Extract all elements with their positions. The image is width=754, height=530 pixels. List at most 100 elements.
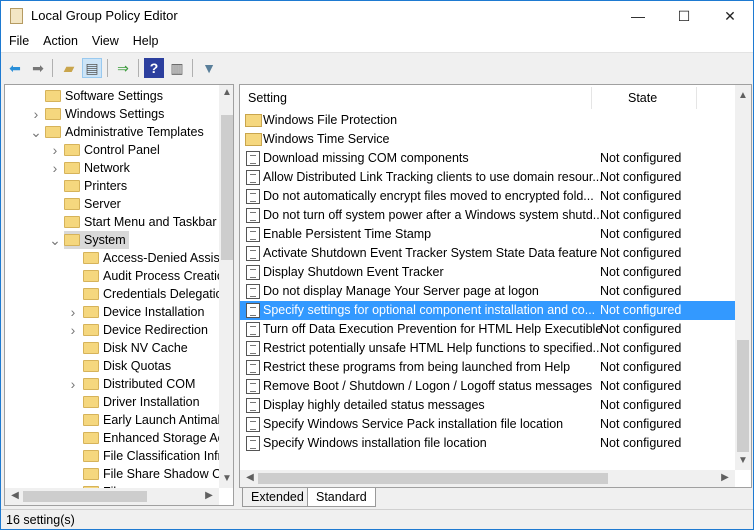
help-icon[interactable]: ?	[144, 58, 164, 78]
tree-item[interactable]: Software Settings	[5, 87, 219, 105]
tree-item[interactable]: File Classification Infr	[5, 447, 222, 465]
menu-help[interactable]: Help	[127, 31, 165, 48]
setting-name: Display Shutdown Event Tracker	[263, 265, 444, 279]
tree-item[interactable]: ⌄ System	[5, 231, 219, 249]
expand-icon[interactable]: ›	[67, 321, 79, 339]
expand-icon[interactable]: ›	[49, 159, 61, 177]
list-row[interactable]: Do not display Manage Your Server page a…	[240, 282, 735, 301]
tree-item[interactable]: Credentials Delegatio	[5, 285, 223, 303]
menu-action[interactable]: Action	[37, 31, 84, 48]
tree-item[interactable]: Printers	[5, 177, 219, 195]
view-tabs: Extended Standard	[239, 488, 752, 508]
column-header-setting[interactable]: Setting	[248, 85, 287, 111]
tree-item-label: System	[84, 233, 126, 247]
scroll-right-icon[interactable]: ▶	[717, 472, 733, 483]
tree-item[interactable]: › Device Installation	[5, 303, 219, 321]
tree-item[interactable]: › Device Redirection	[5, 321, 219, 339]
setting-state: Not configured	[600, 436, 682, 450]
scrollbar-thumb[interactable]	[737, 340, 749, 452]
expand-icon[interactable]: ›	[49, 141, 61, 159]
tree-item[interactable]: › Windows Settings	[5, 105, 219, 123]
list-row[interactable]: Do not turn off system power after a Win…	[240, 206, 735, 225]
policy-setting-icon	[246, 379, 260, 394]
scroll-left-icon[interactable]: ◀	[242, 472, 258, 483]
tree-item[interactable]: Early Launch Antimal	[5, 411, 220, 429]
list-row[interactable]: Specify Windows installation file locati…	[240, 434, 735, 453]
tree-item[interactable]: Disk Quotas	[5, 357, 219, 375]
list-row[interactable]: Activate Shutdown Event Tracker System S…	[240, 244, 735, 263]
list-row[interactable]: Specify Windows Service Pack installatio…	[240, 415, 735, 434]
expand-icon[interactable]: ›	[67, 303, 79, 321]
list-row[interactable]: Restrict these programs from being launc…	[240, 358, 735, 377]
tree-item-label: Distributed COM	[103, 377, 196, 391]
show-action-pane-icon[interactable]: ▥	[167, 58, 187, 78]
list-row[interactable]: Restrict potentially unsafe HTML Help fu…	[240, 339, 735, 358]
list-row[interactable]: Allow Distributed Link Tracking clients …	[240, 168, 735, 187]
export-list-icon[interactable]: ⇒	[113, 58, 133, 78]
forward-icon[interactable]: ➡	[28, 58, 48, 78]
tree-item[interactable]: Start Menu and Taskbar	[5, 213, 219, 231]
scrollbar-thumb[interactable]	[23, 491, 147, 502]
app-scroll-icon	[10, 8, 23, 24]
tree-item[interactable]: › Distributed COM	[5, 375, 219, 393]
menu-view[interactable]: View	[86, 31, 125, 48]
list-horizontal-scrollbar[interactable]: ◀ ▶	[240, 470, 735, 487]
list-row[interactable]: Turn off Data Execution Prevention for H…	[240, 320, 735, 339]
expand-icon[interactable]: ›	[67, 375, 79, 393]
show-hide-tree-icon[interactable]: ▤	[82, 58, 102, 78]
expand-icon[interactable]: ›	[30, 105, 42, 123]
tree-item[interactable]: Driver Installation	[5, 393, 219, 411]
policy-setting-icon	[246, 189, 260, 204]
back-icon[interactable]: ⬅	[5, 58, 25, 78]
tree-item[interactable]: Disk NV Cache	[5, 339, 219, 357]
tree-item-label: Control Panel	[84, 143, 160, 157]
scroll-left-icon[interactable]: ◀	[7, 490, 23, 501]
scroll-down-icon[interactable]: ▼	[735, 455, 751, 466]
list-row[interactable]: Display highly detailed status messages N…	[240, 396, 735, 415]
collapse-icon[interactable]: ⌄	[30, 123, 42, 141]
tab-standard[interactable]: Standard	[307, 488, 376, 507]
menu-file[interactable]: File	[3, 31, 35, 48]
tree-item[interactable]: › Network	[5, 159, 219, 177]
scroll-down-icon[interactable]: ▼	[219, 473, 233, 484]
list-row[interactable]: Enable Persistent Time Stamp Not configur…	[240, 225, 735, 244]
list-row[interactable]: Remove Boot / Shutdown / Logon / Logoff …	[240, 377, 735, 396]
setting-state: Not configured	[600, 360, 682, 374]
tree-item[interactable]: Enhanced Storage Ac	[5, 429, 224, 447]
tree-item[interactable]: Server	[5, 195, 219, 213]
collapse-icon[interactable]: ⌄	[49, 231, 61, 249]
scroll-up-icon[interactable]: ▲	[219, 87, 233, 98]
status-bar: 16 setting(s)	[1, 509, 753, 530]
tree-item[interactable]: Audit Process Creatio	[5, 267, 224, 285]
tree-item-label: Device Redirection	[103, 323, 208, 337]
policy-setting-icon	[246, 151, 260, 166]
tree-item[interactable]: File Share Shadow Co	[5, 465, 228, 483]
folder-icon	[64, 216, 80, 228]
list-row[interactable]: Display Shutdown Event Tracker Not config…	[240, 263, 735, 282]
tree-vertical-scrollbar[interactable]: ▲ ▼	[219, 85, 233, 488]
scroll-up-icon[interactable]: ▲	[735, 90, 751, 101]
list-row[interactable]: Windows File Protection	[240, 111, 735, 130]
tree-horizontal-scrollbar[interactable]: ◀ ▶	[5, 488, 219, 505]
filter-icon[interactable]: ▼	[199, 58, 219, 78]
minimize-button[interactable]: —	[615, 1, 661, 31]
close-button[interactable]: ✕	[707, 1, 753, 31]
scrollbar-thumb[interactable]	[221, 115, 233, 260]
tree-item[interactable]: › Control Panel	[5, 141, 219, 159]
list-row[interactable]: Windows Time Service	[240, 130, 735, 149]
list-row[interactable]: Do not automatically encrypt files moved…	[240, 187, 735, 206]
tree-item-label: Server	[84, 197, 121, 211]
column-header-state[interactable]: State	[628, 85, 657, 111]
list-vertical-scrollbar[interactable]: ▲ ▼	[735, 85, 751, 470]
tree-item[interactable]: Access-Denied Assista	[5, 249, 230, 267]
scroll-right-icon[interactable]: ▶	[201, 490, 217, 501]
setting-state: Not configured	[600, 208, 682, 222]
list-row[interactable]: Download missing COM components Not confi…	[240, 149, 735, 168]
maximize-button[interactable]: ☐	[661, 1, 707, 31]
folder-icon	[83, 360, 99, 372]
list-row[interactable]: Specify settings for optional component …	[240, 301, 735, 320]
tree-item[interactable]: ⌄ Administrative Templates	[5, 123, 219, 141]
tab-extended[interactable]: Extended	[242, 488, 313, 507]
scrollbar-thumb[interactable]	[258, 473, 608, 484]
up-folder-icon[interactable]: ▰	[59, 58, 79, 78]
